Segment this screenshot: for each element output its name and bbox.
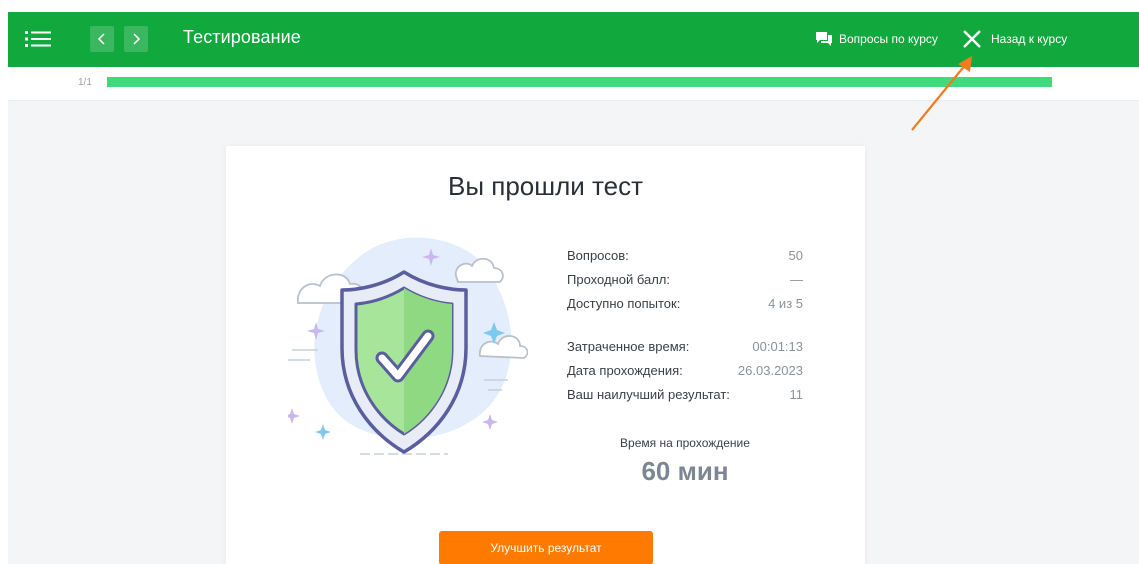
page-title: Тестирование (183, 27, 301, 47)
progress-label: 1/1 (78, 77, 92, 88)
progress-bar (107, 77, 1052, 87)
stat-label: Дата прохождения: (567, 362, 683, 378)
course-questions-link[interactable]: Вопросы по курсу (815, 29, 938, 49)
chevron-right-icon (133, 33, 141, 45)
stat-value: — (790, 271, 803, 287)
time-limit-block: Время на прохождение 60 мин (567, 436, 803, 487)
stat-label: Проходной балл: (567, 271, 670, 287)
chat-bubbles-icon (816, 32, 832, 46)
stats-group-general: Вопросов: 50 Проходной балл: — Доступно попы… (567, 243, 803, 315)
course-questions-label: Вопросы по курсу (839, 32, 938, 46)
time-limit-caption: Время на прохождение (620, 436, 750, 450)
stat-label: Вопросов: (567, 247, 629, 263)
stat-value: 26.03.2023 (737, 362, 803, 378)
progress-fill (109, 77, 1052, 87)
menu-icon[interactable] (24, 26, 52, 52)
stats-group-attempt: Затраченное время: 00:01:13 Дата прохожден… (567, 334, 803, 406)
stat-label: Доступно попыток: (567, 295, 681, 311)
stat-row: Затраченное время: 00:01:13 (567, 334, 803, 358)
prev-button[interactable] (90, 26, 114, 52)
shield-checkmark-icon (288, 237, 528, 455)
stat-value: 00:01:13 (752, 338, 803, 354)
result-title: Вы прошли тест (447, 171, 643, 201)
stat-label: Затраченное время: (567, 338, 690, 354)
next-button[interactable] (124, 26, 148, 52)
stat-value: 50 (788, 247, 803, 263)
result-stats: Вопросов: 50 Проходной балл: — Доступно попы… (567, 243, 803, 406)
stat-row: Проходной балл: — (567, 267, 803, 291)
back-to-course-link[interactable]: Назад к курсу (962, 27, 1067, 51)
stat-value: 11 (789, 386, 804, 402)
stat-row: Вопросов: 50 (567, 243, 803, 267)
time-limit-value: 60 мин (641, 456, 729, 486)
stat-row: Дата прохождения: 26.03.2023 (567, 358, 803, 382)
improve-result-button[interactable]: Улучшить результат (439, 531, 653, 564)
back-to-course-label: Назад к курсу (991, 32, 1068, 46)
stat-row: Доступно попыток: 4 из 5 (567, 291, 803, 315)
top-header: Тестирование Вопросы по курсу Назад к ку… (8, 12, 1139, 67)
stat-label: Ваш наилучший результат: (567, 386, 730, 402)
stat-row: Ваш наилучший результат: 11 (567, 382, 803, 406)
close-icon (963, 30, 981, 48)
progress-row: 1/1 (8, 67, 1139, 101)
result-card: Вы прошли тест Вопросов: 50 Проходной балл… (226, 146, 865, 564)
chevron-left-icon (97, 33, 105, 45)
stat-value: 4 из 5 (768, 295, 803, 311)
